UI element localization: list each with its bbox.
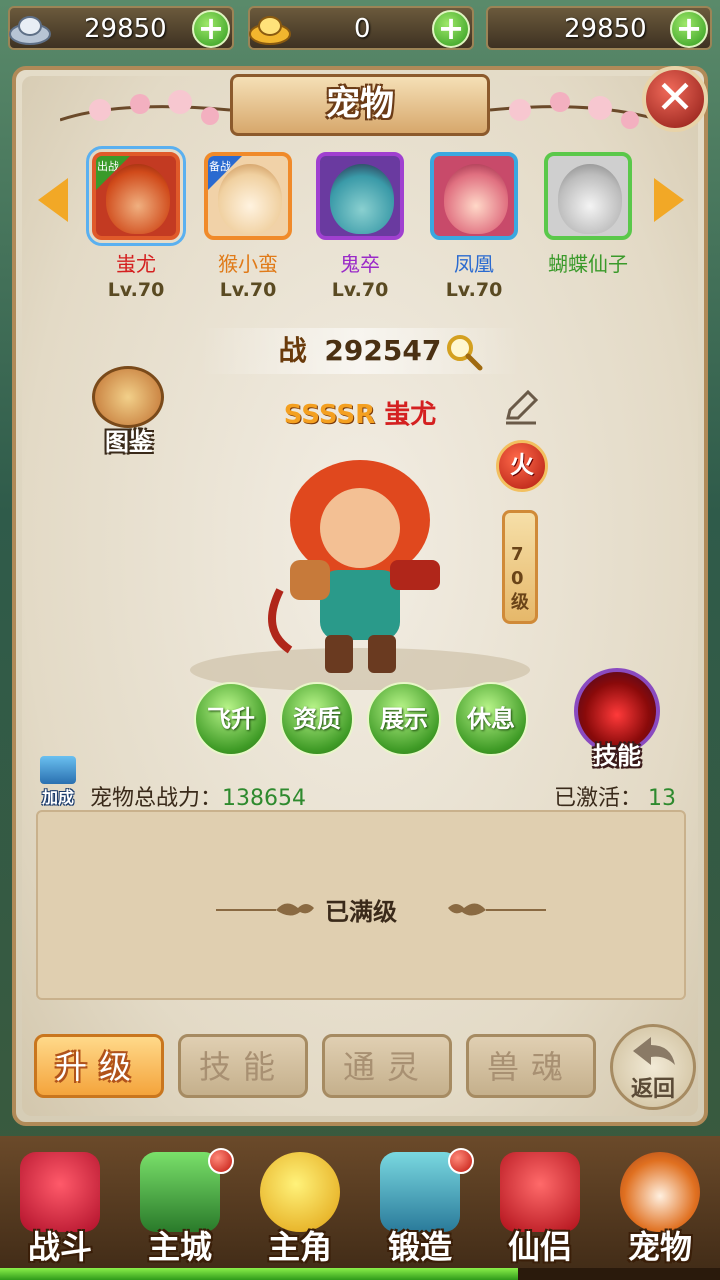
nav-hero[interactable]: 主角 xyxy=(244,1146,356,1266)
nav-label: 宠物 xyxy=(627,1228,692,1266)
skill-button[interactable]: 技能 xyxy=(570,666,664,770)
monkey-pet-icon xyxy=(620,1152,700,1232)
activated-count: 已激活： 13 xyxy=(554,780,676,812)
gold-ingot-icon xyxy=(249,16,291,45)
nav-partner[interactable]: 仙侣 xyxy=(484,1146,596,1266)
pet-name: 凤凰 xyxy=(454,252,494,276)
add-silver-button[interactable]: + xyxy=(192,10,230,48)
pet-name: 鬼卒 xyxy=(340,252,380,276)
nav-battle[interactable]: 战斗 xyxy=(4,1146,116,1266)
notification-dot xyxy=(448,1148,474,1174)
pet-slot-2[interactable]: 备战 猴小蛮 Lv.70 xyxy=(202,152,294,301)
silver-currency: 29850 + xyxy=(8,6,234,50)
ascend-button[interactable]: 飞升 xyxy=(194,682,268,756)
back-label: 返回 xyxy=(630,1077,675,1102)
phoenix-portrait-icon xyxy=(444,164,508,234)
add-gold-button[interactable]: + xyxy=(432,10,470,48)
scroll-icon xyxy=(92,366,164,428)
heart-flower-icon xyxy=(500,1152,580,1232)
pet-detail-name: 蚩尤 xyxy=(384,400,437,430)
battle-power-value: 292547 xyxy=(324,334,442,367)
nav-label: 仙侣 xyxy=(507,1228,572,1266)
monkey-portrait-icon xyxy=(218,164,282,234)
magnifier-icon[interactable] xyxy=(444,332,484,372)
total-power-label: 宠物总战力： xyxy=(90,786,223,811)
experience-bar-fill xyxy=(0,1268,519,1280)
nav-pet[interactable]: 宠物 xyxy=(604,1146,716,1266)
ghost-soldier-portrait-icon xyxy=(330,164,394,234)
pet-slot-1[interactable]: 出战 蚩尤 Lv.70 xyxy=(86,146,186,301)
notification-dot xyxy=(208,1148,234,1174)
hero-face-icon xyxy=(260,1152,340,1232)
experience-bar xyxy=(0,1268,720,1280)
pet-slot-3[interactable]: 鬼卒 Lv.70 xyxy=(314,152,406,301)
gold-currency: 0 + xyxy=(248,6,474,50)
pet-portrait xyxy=(316,152,404,240)
add-third-currency-button[interactable]: + xyxy=(670,10,708,48)
tab-beast-soul[interactable]: 兽魂 xyxy=(466,1034,596,1098)
codex-button[interactable]: 图鉴 xyxy=(84,362,174,456)
rest-button[interactable]: 休息 xyxy=(454,682,528,756)
aptitude-button[interactable]: 资质 xyxy=(280,682,354,756)
silver-ingot-icon xyxy=(9,16,51,45)
pet-portrait: 备战 xyxy=(204,152,292,240)
pet-character-illustration xyxy=(190,460,530,690)
pet-level: Lv.70 xyxy=(331,279,389,301)
pet-rank: SSSSR xyxy=(283,400,376,430)
bonus-label: 加成 xyxy=(41,788,74,807)
pet-level: Lv.70 xyxy=(445,279,503,301)
plum-blossom-right-icon xyxy=(490,92,660,129)
nav-label: 主城 xyxy=(147,1228,212,1266)
chiyou-portrait-icon xyxy=(106,164,170,234)
total-power-value: 138654 xyxy=(222,786,306,811)
close-button[interactable]: ✕ xyxy=(642,66,708,132)
nav-main-city[interactable]: 主城 xyxy=(124,1146,236,1266)
pet-slot-4[interactable]: 凤凰 Lv.70 xyxy=(428,152,520,301)
pet-name: 猴小蛮 xyxy=(218,252,278,276)
skill-label: 技能 xyxy=(593,742,641,770)
rename-pencil-icon[interactable] xyxy=(502,388,540,426)
carousel-next-icon[interactable] xyxy=(654,178,684,222)
cloud-ornament-right-icon xyxy=(448,903,546,916)
nav-label: 锻造 xyxy=(387,1228,452,1266)
butterfly-fairy-portrait-icon xyxy=(558,164,622,234)
up-arrow-icon xyxy=(40,756,76,784)
total-power: 宠物总战力：138654 xyxy=(90,780,306,812)
pet-slot-5[interactable]: 蝴蝶仙子 xyxy=(542,152,634,277)
pet-portrait xyxy=(544,152,632,240)
tab-upgrade[interactable]: 升级 xyxy=(34,1034,164,1098)
carousel-prev-icon[interactable] xyxy=(38,178,68,222)
pet-name: 蝴蝶仙子 xyxy=(548,252,628,276)
third-currency: 29850 + xyxy=(486,6,712,50)
back-arrow-icon xyxy=(633,1037,675,1065)
pet-portrait: 出战 xyxy=(86,146,186,246)
display-button[interactable]: 展示 xyxy=(367,682,441,756)
silver-value: 29850 xyxy=(84,14,167,44)
codex-label: 图鉴 xyxy=(105,428,153,456)
tab-spirit[interactable]: 通灵 xyxy=(322,1034,452,1098)
plum-blossom-left-icon xyxy=(60,90,230,125)
window-title: 宠物 xyxy=(230,74,490,136)
max-level-text: 已满级 xyxy=(325,898,397,926)
bonus-button[interactable]: 加成 xyxy=(36,756,80,807)
tab-skill[interactable]: 技能 xyxy=(178,1034,308,1098)
battle-power-label: 战 xyxy=(278,334,307,367)
nav-label: 战斗 xyxy=(27,1228,92,1266)
nav-label: 主角 xyxy=(267,1228,332,1266)
pet-title: SSSSR 蚩尤 xyxy=(250,394,470,431)
back-button[interactable]: 返回 xyxy=(610,1024,696,1110)
third-currency-value: 29850 xyxy=(564,14,647,44)
pet-portrait xyxy=(430,152,518,240)
nav-forge[interactable]: 锻造 xyxy=(364,1146,476,1266)
pet-name: 蚩尤 xyxy=(116,252,156,276)
activated-label: 已激活： xyxy=(554,786,643,811)
pet-level: Lv.70 xyxy=(219,279,277,301)
info-box: 已满级 xyxy=(36,810,686,1000)
activated-value: 13 xyxy=(648,786,677,811)
sword-icon xyxy=(20,1152,100,1232)
pet-level: Lv.70 xyxy=(107,279,165,301)
gold-value: 0 xyxy=(354,14,371,44)
